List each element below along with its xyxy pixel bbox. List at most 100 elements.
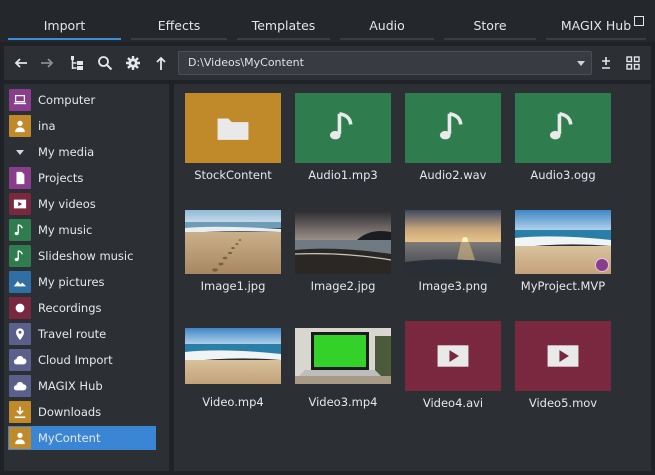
download-icon	[9, 401, 31, 423]
file-tile-video[interactable]: Video.mp4	[185, 328, 281, 409]
audio-thumbnail	[405, 93, 501, 163]
cloud-icon	[9, 375, 31, 397]
beach-waves-image	[185, 328, 281, 384]
beach-footprints-image	[185, 210, 281, 274]
sidebar-item-magix-hub[interactable]: MAGIX Hub	[8, 374, 156, 398]
sidebar-item-label: ina	[38, 119, 56, 133]
add-remove-icon[interactable]	[595, 52, 617, 74]
folder-tree-icon[interactable]	[66, 52, 88, 74]
file-tile-audio1[interactable]: Audio1.mp3	[295, 93, 391, 182]
image-thumbnail	[515, 210, 611, 274]
chevron-down-icon[interactable]	[9, 141, 31, 163]
video-thumbnail	[515, 321, 611, 391]
dusk-coast-image	[295, 210, 391, 274]
sidebar-item-label: MyContent	[38, 431, 101, 445]
audio-thumbnail	[515, 93, 611, 163]
file-grid: StockContent Audio1.mp3 Audio2.wav Audio…	[174, 84, 651, 471]
sidebar-item-recordings[interactable]: Recordings	[8, 296, 156, 320]
file-tile-video4[interactable]: Video4.avi	[405, 321, 501, 410]
file-tile-myproject[interactable]: MyProject.MVP	[515, 210, 611, 293]
laptop-icon	[9, 89, 31, 111]
sidebar-item-label: Travel route	[38, 327, 107, 341]
sidebar-item-mycontent[interactable]: MyContent	[8, 426, 156, 450]
sidebar-item-my-pictures[interactable]: My pictures	[8, 270, 156, 294]
tab-store[interactable]: Store	[444, 12, 536, 40]
record-icon	[9, 297, 31, 319]
sidebar-item-label: Downloads	[38, 405, 102, 419]
forward-arrow-icon[interactable]	[36, 52, 58, 74]
file-tile-video5[interactable]: Video5.mov	[515, 321, 611, 410]
music-note-icon	[549, 112, 573, 140]
sidebar-item-computer[interactable]: Computer	[8, 88, 156, 112]
chevron-down-icon[interactable]	[577, 61, 585, 66]
sidebar-item-my-videos[interactable]: My videos	[8, 192, 156, 216]
image-thumbnail	[295, 328, 391, 384]
file-name: Video3.mp4	[308, 395, 378, 409]
sidebar-item-travel-route[interactable]: Travel route	[8, 322, 156, 346]
folder-icon	[217, 118, 249, 140]
mountain-icon	[9, 271, 31, 293]
file-name: Video.mp4	[202, 395, 264, 409]
search-icon[interactable]	[94, 52, 116, 74]
music-note-icon	[9, 245, 31, 267]
user-icon	[9, 115, 31, 137]
sidebar-item-label: Computer	[38, 93, 96, 107]
sidebar-item-label: My videos	[38, 197, 96, 211]
sidebar-item-slideshow-music[interactable]: Slideshow music	[8, 244, 156, 268]
sidebar-item-label: MAGIX Hub	[38, 379, 103, 393]
sunset-sea-image	[405, 210, 501, 274]
image-thumbnail	[185, 210, 281, 274]
sidebar-item-my-media[interactable]: My media	[8, 140, 156, 164]
file-name: Video4.avi	[422, 396, 484, 410]
sidebar-item-downloads[interactable]: Downloads	[8, 400, 156, 424]
sidebar-item-my-music[interactable]: My music	[8, 218, 156, 242]
file-tile-image3[interactable]: Image3.png	[405, 210, 501, 293]
laptop-greenscreen-image	[295, 328, 391, 384]
image-thumbnail	[405, 210, 501, 274]
file-tile-image2[interactable]: Image2.jpg	[295, 210, 391, 293]
file-tile-stockcontent[interactable]: StockContent	[185, 93, 281, 182]
sidebar-item-cloud-import[interactable]: Cloud Import	[8, 348, 156, 372]
up-arrow-icon[interactable]	[150, 52, 172, 74]
sidebar-item-label: Recordings	[38, 301, 102, 315]
sidebar-item-label: Projects	[38, 171, 84, 185]
folder-thumbnail	[185, 93, 281, 163]
file-tile-image1[interactable]: Image1.jpg	[185, 210, 281, 293]
image-thumbnail	[295, 210, 391, 274]
file-tile-video3[interactable]: Video3.mp4	[295, 328, 391, 409]
sidebar: Computer ina My media Projects My videos…	[4, 84, 169, 471]
tab-import[interactable]: Import	[8, 12, 121, 40]
project-badge-icon	[595, 258, 609, 272]
play-icon	[9, 193, 31, 215]
play-icon	[547, 345, 579, 367]
gear-icon[interactable]	[122, 52, 144, 74]
cloud-icon	[9, 349, 31, 371]
path-field[interactable]: D:\Videos\MyContent	[178, 51, 592, 75]
grid-view-icon[interactable]	[622, 52, 644, 74]
play-icon	[437, 345, 469, 367]
file-name: Video5.mov	[528, 396, 598, 410]
tab-effects[interactable]: Effects	[131, 12, 227, 40]
sidebar-item-label: My music	[38, 223, 93, 237]
window-restore-icon[interactable]	[634, 16, 644, 26]
back-arrow-icon[interactable]	[10, 52, 32, 74]
map-pin-icon	[9, 323, 31, 345]
sidebar-item-ina[interactable]: ina	[8, 114, 156, 138]
document-icon	[9, 167, 31, 189]
music-note-icon	[329, 112, 353, 140]
tab-audio[interactable]: Audio	[340, 12, 434, 40]
tab-bar: Import Effects Templates Audio Store MAG…	[0, 0, 655, 42]
audio-thumbnail	[295, 93, 391, 163]
file-name: Image1.jpg	[200, 279, 266, 293]
tab-templates[interactable]: Templates	[237, 12, 330, 40]
file-name: Audio3.ogg	[530, 168, 596, 182]
tab-magix-hub[interactable]: MAGIX Hub	[546, 12, 646, 40]
file-name: Audio1.mp3	[308, 168, 378, 182]
file-tile-audio2[interactable]: Audio2.wav	[405, 93, 501, 182]
image-thumbnail	[185, 328, 281, 384]
sidebar-item-label: Cloud Import	[38, 353, 113, 367]
sidebar-item-projects[interactable]: Projects	[8, 166, 156, 190]
file-tile-audio3[interactable]: Audio3.ogg	[515, 93, 611, 182]
toolbar: D:\Videos\MyContent	[4, 46, 651, 80]
sidebar-item-label: Slideshow music	[38, 249, 134, 263]
